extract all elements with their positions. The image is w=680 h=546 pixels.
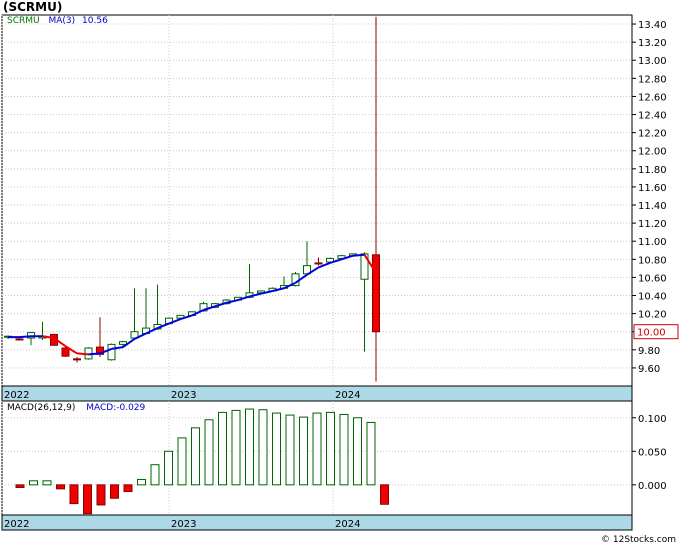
macd-bar	[29, 480, 38, 486]
macd-bar	[245, 408, 254, 486]
macd-bar	[69, 484, 79, 505]
candle-body	[372, 254, 380, 333]
price-y-tick-label: 12.80	[638, 74, 667, 85]
macd-bar	[96, 484, 106, 506]
macd-bar	[339, 413, 349, 486]
price-y-tick-label: 9.60	[638, 364, 660, 375]
price-y-tick-label: 12.00	[638, 147, 667, 158]
price-y-tick-label: 11.40	[638, 201, 667, 212]
macd-bar	[326, 411, 335, 486]
macd-bar	[191, 427, 200, 486]
macd-bar	[258, 409, 268, 486]
price-legend: SCRMU MA(3) 10.56	[7, 16, 108, 26]
price-y-tick-label: 10.20	[638, 310, 667, 321]
price-y-tick-label: 10.60	[638, 273, 667, 284]
macd-bar	[164, 450, 173, 486]
macd-y-tick-label: 0.000	[638, 481, 667, 492]
last-price-label: 10.00	[637, 328, 666, 339]
candle-body	[15, 338, 24, 341]
price-y-tick-label: 9.80	[638, 346, 660, 357]
candle-body	[119, 341, 127, 345]
macd-bar	[123, 484, 133, 493]
macd-bar	[15, 484, 25, 489]
macd-bar	[110, 484, 119, 499]
ma-segment	[76, 352, 89, 356]
ma-segment	[88, 352, 101, 356]
macd-bar	[299, 416, 308, 486]
macd-bar	[204, 419, 214, 486]
price-x-tick-label: 2024	[335, 390, 360, 401]
macd-xaxis-band	[1, 514, 633, 531]
legend-symbol: SCRMU	[7, 16, 40, 26]
candle-body	[61, 347, 70, 357]
price-y-tick-label: 13.40	[638, 20, 667, 31]
watermark: © 12Stocks.com	[601, 535, 676, 545]
price-y-tick-label: 11.60	[638, 183, 667, 194]
price-xaxis-band	[1, 385, 633, 402]
macd-y-axis: 0.000 0.050 0.100	[632, 414, 667, 492]
price-y-tick-label: 12.40	[638, 111, 667, 122]
macd-bar	[353, 417, 362, 486]
price-panel	[1, 14, 633, 402]
candle-body	[73, 358, 81, 361]
macd-legend: MACD(26,12,9) MACD:-0.029	[7, 403, 145, 413]
price-x-tick-label: 2023	[171, 390, 196, 401]
candle-body	[314, 262, 323, 265]
price-y-tick-label: 13.00	[638, 56, 667, 67]
macd-bar	[150, 464, 160, 486]
macd-legend-value: MACD:-0.029	[86, 403, 146, 413]
price-y-tick-label: 11.20	[638, 219, 667, 230]
macd-bar	[366, 421, 376, 486]
macd-y-tick-label: 0.050	[638, 447, 667, 458]
price-y-tick-label: 13.20	[638, 38, 667, 49]
ma-segment	[19, 335, 32, 339]
macd-bar	[137, 478, 146, 486]
macd-bar	[56, 484, 65, 490]
macd-x-tick-label: 2024	[335, 519, 360, 530]
stock-chart: 9.60 9.80 10.00 10.20 10.40 10.60 10.80 11.00 11…	[1, 14, 679, 531]
macd-bar	[231, 409, 241, 486]
macd-bar	[272, 412, 281, 486]
price-x-tick-label: 2022	[4, 390, 29, 401]
candle-body	[107, 343, 116, 361]
last-price-marker: 10.00	[633, 324, 679, 340]
price-y-tick-label: 12.60	[638, 92, 667, 103]
legend-ma-label: MA(3)	[48, 16, 76, 26]
macd-bar	[380, 484, 389, 505]
price-y-axis: 9.60 9.80 10.00 10.20 10.40 10.60 10.80 11.00 11…	[632, 20, 667, 375]
macd-bar	[218, 411, 227, 486]
price-y-tick-label: 10.80	[638, 255, 667, 266]
price-y-tick-label: 11.80	[638, 165, 667, 176]
macd-x-tick-label: 2022	[4, 519, 29, 530]
macd-x-tick-label: 2023	[171, 519, 196, 530]
macd-bar	[285, 414, 295, 486]
price-y-tick-label: 12.20	[638, 129, 667, 140]
macd-bar	[312, 412, 322, 486]
ma-segment	[352, 253, 365, 257]
price-y-tick-label: 11.00	[638, 237, 667, 248]
macd-legend-label: MACD(26,12,9)	[7, 403, 76, 413]
legend-ma-value: 10.56	[82, 16, 108, 26]
macd-bar	[177, 437, 187, 486]
macd-bar	[42, 480, 52, 486]
macd-y-tick-label: 0.100	[638, 414, 667, 425]
price-y-tick-label: 10.40	[638, 292, 667, 303]
macd-bar	[83, 484, 92, 515]
